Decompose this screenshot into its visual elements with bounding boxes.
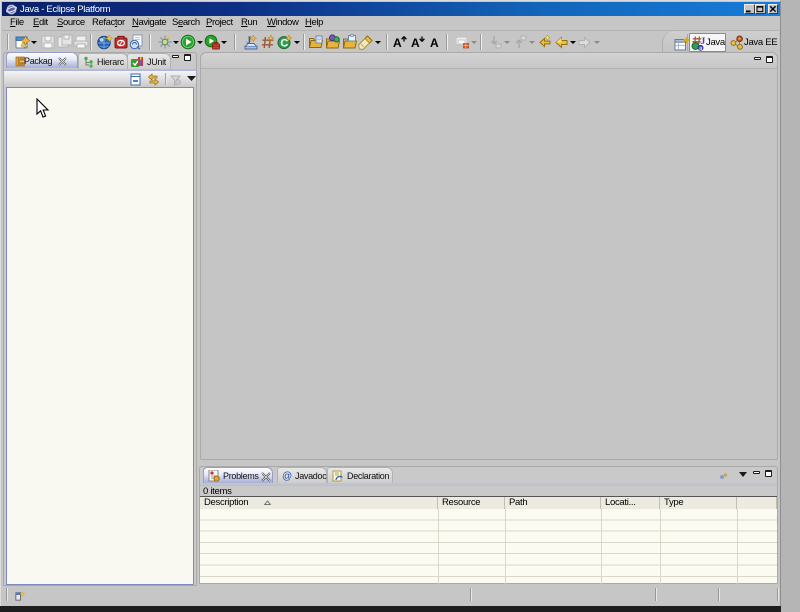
svg-text:A: A [411,36,420,50]
svg-text:C: C [280,38,288,50]
svg-text:A: A [393,36,402,50]
svg-text:A: A [430,36,439,50]
svg-text:J: J [246,36,251,47]
